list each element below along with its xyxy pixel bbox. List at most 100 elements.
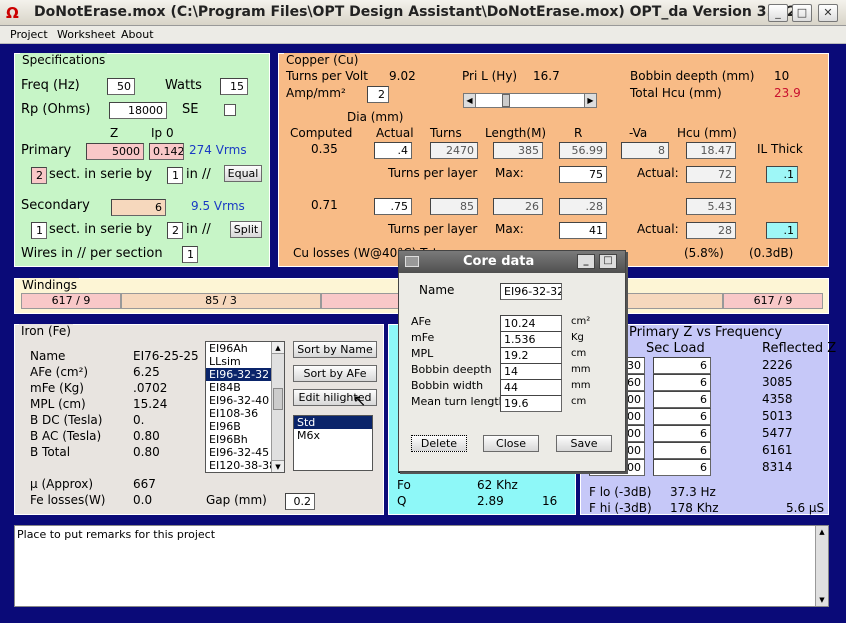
winding-cell-1[interactable]: 617 / 9 bbox=[21, 293, 121, 309]
secondary-vrms: 9.5 Vrms bbox=[191, 199, 245, 213]
secondary-actual-dia-input[interactable]: .75 bbox=[374, 198, 412, 215]
secondary-z-input[interactable]: 6 bbox=[111, 199, 166, 216]
dialog-minimize-button[interactable]: _ bbox=[577, 254, 595, 269]
menu-worksheet[interactable]: Worksheet bbox=[57, 28, 115, 41]
wires-input[interactable]: 1 bbox=[182, 246, 198, 263]
rise-time-value: 5.6 µS bbox=[786, 501, 825, 515]
primary-sections-input[interactable]: 2 bbox=[31, 167, 47, 184]
slider-right-arrow-icon[interactable]: ▶ bbox=[584, 94, 596, 107]
reflected-z-value: 4358 bbox=[762, 392, 793, 406]
dialog-field-unit: mm bbox=[571, 364, 591, 375]
core-data-dialog[interactable]: Core data _ □ Name EI96-32-32 AFe 10.24 cm… bbox=[398, 250, 626, 472]
secondary-parallel-input[interactable]: 2 bbox=[167, 222, 183, 239]
secondary-max-input[interactable]: 41 bbox=[559, 222, 607, 239]
lamination-type-list[interactable]: Std M6x bbox=[293, 415, 373, 471]
se-checkbox[interactable] bbox=[224, 104, 236, 116]
copper-panel: Copper (Cu) Turns per Volt 9.02 Pri L (H… bbox=[278, 53, 829, 267]
pri-l-slider[interactable]: ◀ ▶ bbox=[463, 93, 597, 108]
sec-load-input[interactable]: 6 bbox=[653, 374, 711, 391]
wires-label: Wires in // per section bbox=[21, 246, 163, 261]
split-button[interactable]: Split bbox=[230, 221, 262, 238]
dialog-maximize-button[interactable]: □ bbox=[599, 254, 617, 269]
bobbin-depth-value: 10 bbox=[774, 69, 790, 83]
type-list-item-selected[interactable]: Std bbox=[294, 416, 372, 429]
dialog-title: Core data bbox=[463, 254, 535, 269]
slider-left-arrow-icon[interactable]: ◀ bbox=[464, 94, 476, 107]
sort-by-name-button[interactable]: Sort by Name bbox=[293, 341, 377, 358]
primary-il-thick-input[interactable]: .1 bbox=[766, 166, 798, 183]
save-button[interactable]: Save bbox=[556, 435, 612, 452]
freq-input[interactable]: 50 bbox=[107, 78, 135, 95]
scroll-down-icon[interactable]: ▼ bbox=[272, 460, 284, 472]
minimize-button[interactable]: _ bbox=[768, 4, 788, 22]
watts-input[interactable]: 15 bbox=[220, 78, 248, 95]
rp-label: Rp (Ohms) bbox=[21, 102, 91, 117]
delete-button[interactable]: Delete bbox=[411, 435, 467, 452]
equal-button[interactable]: Equal bbox=[224, 165, 262, 182]
computed-header: Computed bbox=[290, 126, 353, 140]
primary-z-input[interactable]: 5000 bbox=[86, 143, 144, 160]
remarks-text: Place to put remarks for this project bbox=[17, 528, 216, 541]
fo-label: Fo bbox=[397, 478, 411, 492]
primary-actual-label: Actual: bbox=[637, 166, 679, 180]
primary-actual-dia-input[interactable]: .4 bbox=[374, 142, 412, 159]
core-list[interactable]: EI96Ah LLsim EI96-32-32 EI84B EI96-32-40… bbox=[205, 341, 285, 473]
bac-label: B AC (Tesla) bbox=[30, 429, 102, 443]
type-list-item[interactable]: M6x bbox=[294, 429, 372, 442]
close-button[interactable]: Close bbox=[483, 435, 539, 452]
dialog-field-input[interactable]: 19.2 bbox=[500, 347, 562, 364]
bac-value: 0.80 bbox=[133, 429, 160, 443]
dialog-field-label: Mean turn length bbox=[411, 395, 506, 408]
secondary-actual-label: Actual: bbox=[637, 222, 679, 236]
dialog-field-unit: cm bbox=[571, 396, 587, 407]
gap-input[interactable]: 0.2 bbox=[285, 493, 315, 510]
menu-about[interactable]: About bbox=[121, 28, 154, 41]
dialog-name-label: Name bbox=[419, 283, 455, 297]
sec-load-input[interactable]: 6 bbox=[653, 425, 711, 442]
fe-losses-value: 0.0 bbox=[133, 493, 153, 507]
slider-thumb[interactable] bbox=[502, 94, 510, 107]
dialog-field-input[interactable]: 19.6 bbox=[500, 395, 562, 412]
scroll-down-icon[interactable]: ▼ bbox=[816, 594, 828, 606]
scroll-up-icon[interactable]: ▲ bbox=[816, 526, 828, 538]
secondary-sections-input[interactable]: 1 bbox=[31, 222, 47, 239]
sec-load-input[interactable]: 6 bbox=[653, 442, 711, 459]
primary-hcu: 18.47 bbox=[686, 142, 736, 159]
dialog-name-input[interactable]: EI96-32-32 bbox=[500, 283, 562, 300]
primary-max-input[interactable]: 75 bbox=[559, 166, 607, 183]
sec-load-input[interactable]: 6 bbox=[653, 408, 711, 425]
winding-cell-2[interactable]: 85 / 3 bbox=[121, 293, 321, 309]
sort-by-afe-button[interactable]: Sort by AFe bbox=[293, 365, 377, 382]
primary-turns-per-layer-label: Turns per layer bbox=[388, 166, 478, 180]
turns-per-volt-value: 9.02 bbox=[389, 69, 416, 83]
sec-load-input[interactable]: 6 bbox=[653, 357, 711, 374]
secondary-max-label: Max: bbox=[495, 222, 524, 236]
dialog-field-input[interactable]: 14 bbox=[500, 363, 562, 380]
sec-load-input[interactable]: 6 bbox=[653, 391, 711, 408]
rp-input[interactable]: 18000 bbox=[109, 102, 167, 119]
amp-per-mm2-input[interactable]: 2 bbox=[367, 86, 389, 103]
winding-cell-5[interactable]: 617 / 9 bbox=[723, 293, 823, 309]
scroll-thumb[interactable] bbox=[273, 388, 283, 410]
remarks-textarea[interactable]: Place to put remarks for this project ▲ … bbox=[14, 525, 829, 607]
bobbin-depth-label: Bobbin deepth (mm) bbox=[630, 69, 755, 83]
secondary-il-thick-input[interactable]: .1 bbox=[766, 222, 798, 239]
dialog-title-bar[interactable]: Core data _ □ bbox=[399, 251, 625, 273]
core-list-scrollbar[interactable]: ▲ ▼ bbox=[271, 342, 284, 472]
maximize-button[interactable]: □ bbox=[792, 4, 812, 22]
scroll-up-icon[interactable]: ▲ bbox=[272, 342, 284, 354]
title-bar[interactable]: Ω DoNotErase.mox (C:\Program Files\OPT D… bbox=[0, 0, 846, 26]
remarks-scrollbar[interactable]: ▲ ▼ bbox=[815, 526, 828, 606]
app-magnet-icon[interactable]: Ω bbox=[6, 4, 24, 22]
sec-load-input[interactable]: 6 bbox=[653, 459, 711, 476]
secondary-r: .28 bbox=[559, 198, 607, 215]
dialog-field-input[interactable]: 44 bbox=[500, 379, 562, 396]
q-label: Q bbox=[397, 494, 407, 508]
menu-project[interactable]: Project bbox=[10, 28, 48, 41]
primary-turns: 2470 bbox=[430, 142, 478, 159]
primary-parallel-input[interactable]: 1 bbox=[167, 167, 183, 184]
dialog-field-input[interactable]: 1.536 bbox=[500, 331, 562, 348]
close-window-button[interactable]: ✕ bbox=[818, 4, 838, 22]
dialog-field-input[interactable]: 10.24 bbox=[500, 315, 562, 332]
secondary-computed-dia: 0.71 bbox=[311, 198, 338, 212]
